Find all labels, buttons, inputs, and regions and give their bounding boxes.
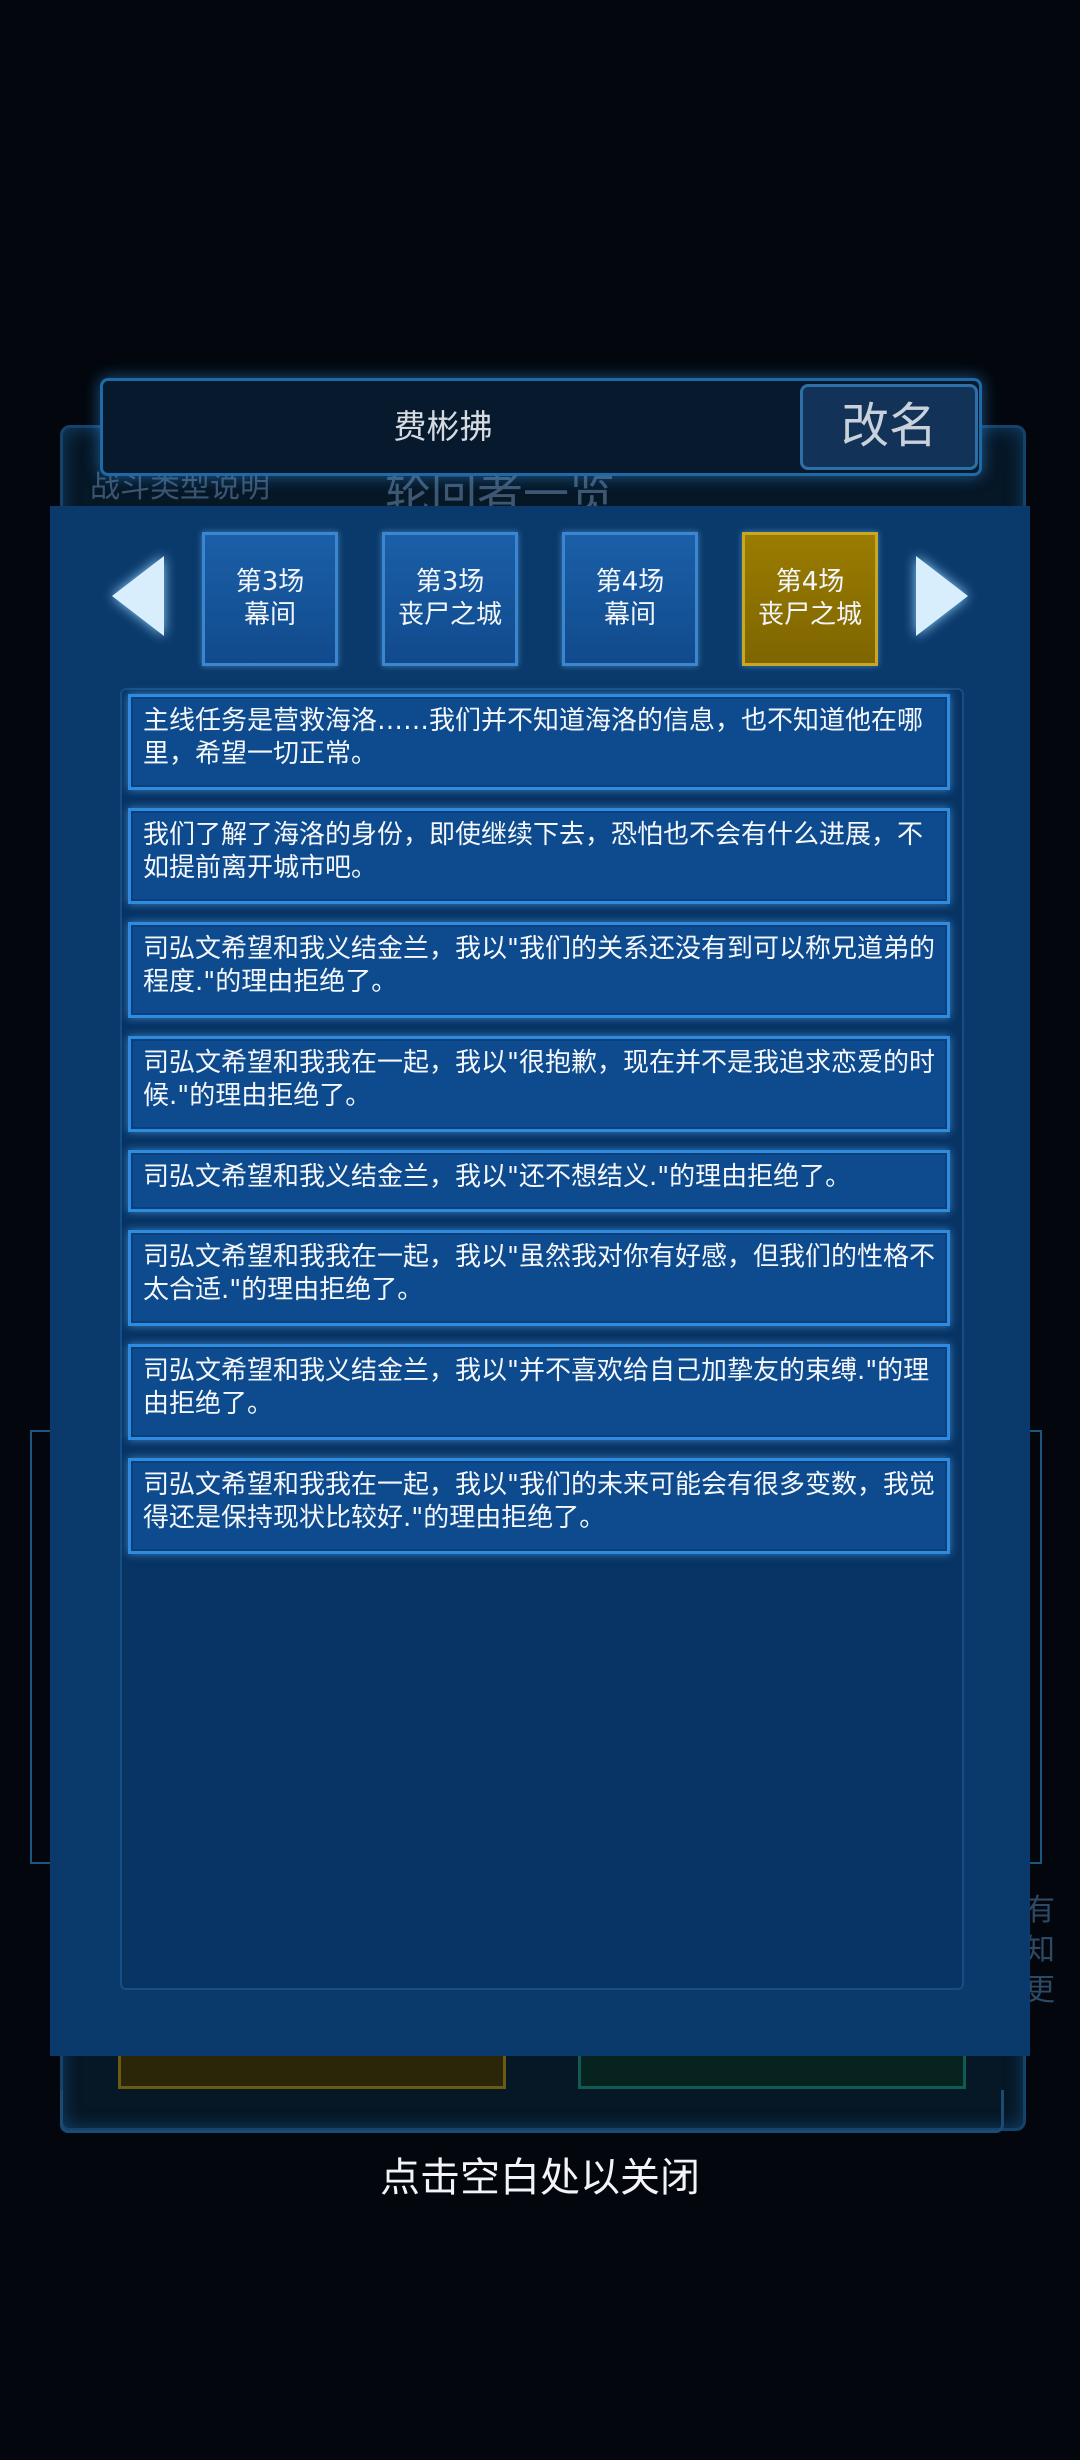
list-item: 司弘文希望和我义结金兰，我以"并不喜欢给自己加挚友的束缚."的理由拒绝了。 [128, 1344, 950, 1440]
tab-stage3-intermission[interactable]: 第3场 幕间 [202, 532, 338, 666]
tab-line1: 第4场 [775, 567, 845, 597]
list-item: 主线任务是营救海洛……我们并不知道海洛的信息，也不知道他在哪里，希望一切正常。 [128, 694, 950, 790]
background-bottom-frame [60, 2090, 1004, 2133]
tab-line2: 丧尸之城 [757, 600, 862, 630]
list-item: 司弘文希望和我我在一起，我以"很抱歉，现在并不是我追求恋爱的时候."的理由拒绝了… [128, 1036, 950, 1132]
tab-line1: 第4场 [595, 567, 665, 597]
next-arrow-icon[interactable] [916, 556, 968, 636]
tab-stage3-zombie-city[interactable]: 第3场 丧尸之城 [382, 532, 518, 666]
character-name: 费彬拂 [393, 407, 493, 446]
list-item: 司弘文希望和我义结金兰，我以"还不想结义."的理由拒绝了。 [128, 1150, 950, 1212]
tab-line2: 幕间 [603, 600, 656, 630]
rename-button[interactable]: 改名 [800, 384, 978, 470]
tab-line2: 幕间 [243, 600, 296, 630]
tab-stage4-zombie-city[interactable]: 第4场 丧尸之城 [742, 532, 878, 666]
list-item: 司弘文希望和我我在一起，我以"我们的未来可能会有很多变数，我觉得还是保持现状比较… [128, 1458, 950, 1554]
list-item: 司弘文希望和我义结金兰，我以"我们的关系还没有到可以称兄道弟的程度."的理由拒绝… [128, 922, 950, 1018]
prev-arrow-icon[interactable] [112, 556, 164, 636]
tab-stage4-intermission[interactable]: 第4场 幕间 [562, 532, 698, 666]
list-item: 我们了解了海洛的身份，即使继续下去，恐怕也不会有什么进展，不如提前离开城市吧。 [128, 808, 950, 904]
tab-line1: 第3场 [415, 567, 485, 597]
close-hint[interactable]: 点击空白处以关闭 [0, 2145, 1080, 2203]
tab-line2: 丧尸之城 [397, 600, 502, 630]
tab-line1: 第3场 [235, 567, 305, 597]
list-item: 司弘文希望和我我在一起，我以"虽然我对你有好感，但我们的性格不太合适."的理由拒… [128, 1230, 950, 1326]
